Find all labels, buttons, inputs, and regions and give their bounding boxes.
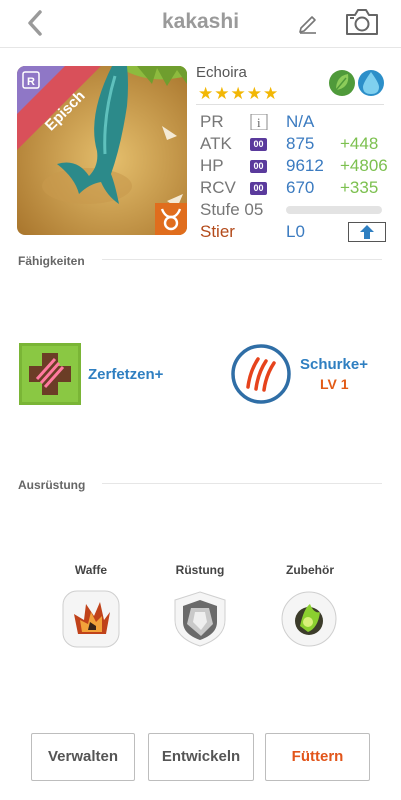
level-label: Stufe 05 bbox=[200, 200, 264, 219]
stat-value: 875 bbox=[286, 134, 315, 153]
stat-label: PR bbox=[200, 112, 224, 131]
element-icons bbox=[328, 66, 386, 100]
info-icon[interactable]: i bbox=[250, 113, 268, 131]
edit-name-button[interactable] bbox=[294, 8, 322, 36]
camera-button[interactable] bbox=[344, 6, 380, 38]
level-row: Stufe 05 bbox=[200, 200, 386, 222]
stat-rcv: RCV 00 670 +335 bbox=[200, 178, 386, 200]
plus-badge: 00 bbox=[250, 160, 267, 173]
section-title: Fähigkeiten bbox=[18, 254, 95, 268]
weapon-slot[interactable] bbox=[62, 590, 120, 648]
sign-label: Stier bbox=[200, 222, 235, 241]
top-bar: kakashi bbox=[0, 0, 401, 48]
stat-label: HP bbox=[200, 156, 224, 175]
leader-skill-icon[interactable] bbox=[230, 343, 292, 405]
page-title: kakashi bbox=[161, 10, 240, 33]
armor-gem-icon bbox=[174, 591, 226, 647]
section-divider bbox=[102, 483, 382, 484]
weapon-gem-icon bbox=[62, 590, 120, 648]
stat-bonus: +4806 bbox=[340, 156, 388, 175]
pencil-icon bbox=[299, 16, 316, 34]
equip-label-weapon: Waffe bbox=[74, 563, 108, 577]
plus-badge: 00 bbox=[250, 182, 267, 195]
monster-name: Echoira bbox=[196, 64, 247, 81]
evolve-button[interactable]: Entwickeln bbox=[148, 733, 254, 781]
skills-section-header: Fähigkeiten bbox=[18, 252, 382, 268]
stat-bonus: +448 bbox=[340, 134, 379, 153]
section-divider bbox=[102, 259, 382, 260]
upgrade-button[interactable] bbox=[348, 222, 386, 242]
plus-badge: 00 bbox=[250, 138, 267, 151]
sign-value: L0 bbox=[286, 222, 305, 241]
feed-button[interactable]: Füttern bbox=[265, 733, 370, 781]
star-rating: ★★★★★ bbox=[198, 84, 280, 103]
monster-portrait[interactable]: Episch R bbox=[17, 66, 187, 235]
leader-skill-level: LV 1 bbox=[320, 376, 349, 392]
arrow-up-icon bbox=[360, 225, 374, 239]
rarity-badge: R bbox=[27, 76, 35, 88]
equip-label-accessory: Zubehör bbox=[286, 563, 334, 577]
stats-panel: Echoira ★★★★★ PR i N/A ATK 00 875 +448 H… bbox=[196, 62, 388, 244]
svg-text:i: i bbox=[257, 115, 261, 130]
stat-value: 670 bbox=[286, 178, 315, 197]
stat-value: N/A bbox=[286, 112, 315, 131]
sign-row: Stier L0 bbox=[200, 222, 386, 244]
equip-label-armor: Rüstung bbox=[175, 563, 225, 577]
stat-bonus: +335 bbox=[340, 178, 379, 197]
divider bbox=[196, 104, 384, 105]
level-progress-bar bbox=[286, 206, 382, 214]
stat-hp: HP 00 9612 +4806 bbox=[200, 156, 388, 178]
active-skill-icon[interactable] bbox=[19, 343, 81, 405]
accessory-gem-icon bbox=[281, 591, 337, 647]
stat-value: 9612 bbox=[286, 156, 324, 175]
active-skill-name[interactable]: Zerfetzen+ bbox=[88, 366, 163, 383]
manage-button[interactable]: Verwalten bbox=[31, 733, 135, 781]
stat-label: ATK bbox=[200, 134, 232, 153]
water-drop-icon bbox=[358, 70, 384, 96]
armor-slot[interactable] bbox=[171, 590, 229, 648]
leader-skill-name[interactable]: Schurke+ bbox=[300, 356, 368, 373]
camera-icon bbox=[346, 9, 378, 35]
equipment-section-header: Ausrüstung bbox=[18, 476, 382, 492]
accessory-slot[interactable] bbox=[280, 590, 338, 648]
section-title: Ausrüstung bbox=[18, 478, 96, 492]
stat-pr: PR i N/A bbox=[200, 112, 386, 134]
stat-label: RCV bbox=[200, 178, 236, 197]
leaf-icon bbox=[329, 70, 355, 96]
stat-atk: ATK 00 875 +448 bbox=[200, 134, 386, 156]
